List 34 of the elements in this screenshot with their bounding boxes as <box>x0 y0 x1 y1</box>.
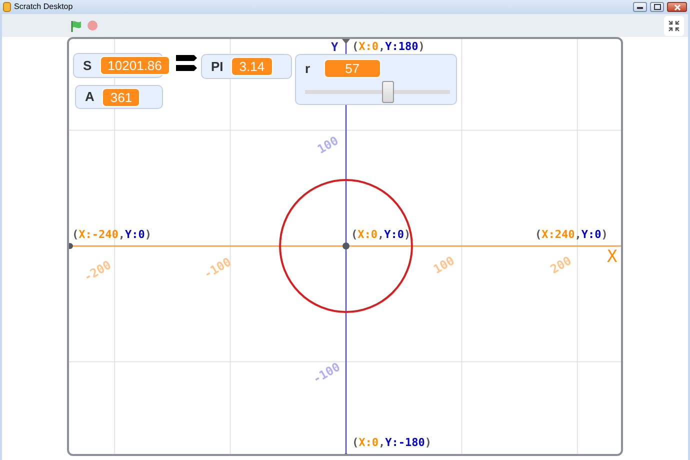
variable-name: S <box>83 56 92 75</box>
maximize-icon <box>654 4 660 10</box>
close-icon <box>674 4 680 10</box>
minimize-icon <box>637 6 643 8</box>
slider-thumb[interactable] <box>382 80 394 102</box>
variable-name: r <box>305 60 310 78</box>
tick-label: -100 <box>200 254 234 284</box>
variable-value: 3.14 <box>231 57 273 76</box>
coordinate-label: (X:0,Y:0) <box>351 228 411 241</box>
coordinate-label: (X:0,Y:180) <box>352 40 425 53</box>
coordinate-label: (X:0,Y:-180) <box>352 436 432 449</box>
minimize-button[interactable] <box>633 2 647 12</box>
axis-label: X <box>607 251 618 264</box>
variable-value: 57 <box>324 59 381 78</box>
maximize-button[interactable] <box>650 2 664 12</box>
fullscreen-exit-icon[interactable] <box>664 16 684 36</box>
origin-dot <box>342 242 350 250</box>
axis-label: Y <box>331 41 338 54</box>
variable-name: A <box>85 88 94 106</box>
equals-sign-drawing <box>176 54 198 72</box>
tick-label: -200 <box>80 256 114 286</box>
tick-label: 200 <box>546 252 575 278</box>
coordinate-label: (X:240,Y:0) <box>535 228 608 241</box>
tick-label: 100 <box>314 132 342 158</box>
variable-value: 361 <box>102 88 140 106</box>
window-title: Scratch Desktop <box>14 1 73 13</box>
coordinate-label: (X:-240,Y:0) <box>72 228 152 241</box>
tick-label: -100 <box>309 358 344 388</box>
variable-value: 10201.86 <box>100 56 170 75</box>
flag-icon[interactable] <box>70 20 82 32</box>
app-icon <box>3 2 11 12</box>
tick-label: 100 <box>430 252 458 278</box>
variable-name: PI <box>211 58 224 76</box>
close-button[interactable] <box>667 2 687 12</box>
